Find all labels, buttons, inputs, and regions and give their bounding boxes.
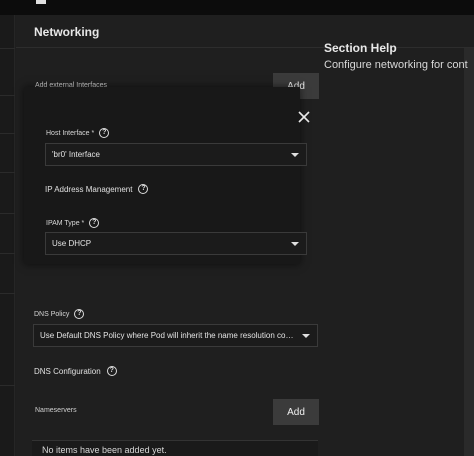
dns-configuration-title-row: DNS Configuration ?: [34, 366, 117, 376]
empty-list-text: No items have been added yet.: [42, 445, 167, 455]
section-help-title: Section Help: [324, 41, 397, 55]
question-circle-icon[interactable]: ?: [74, 309, 85, 319]
sidebar-divider: [0, 385, 15, 386]
top-bar: [0, 0, 474, 15]
nameservers-label: Nameservers: [35, 407, 77, 414]
question-circle-icon[interactable]: ?: [138, 184, 149, 194]
add-nameserver-button[interactable]: Add: [273, 399, 319, 425]
sidebar-divider: [0, 213, 15, 214]
ip-management-title: IP Address Management: [45, 184, 133, 194]
dns-policy-label: DNS Policy: [34, 310, 70, 318]
question-circle-icon[interactable]: ?: [99, 128, 110, 138]
sidebar-divider: [0, 172, 15, 173]
sidebar-divider: [0, 293, 15, 294]
scroll-edge: [464, 48, 474, 456]
host-interface-select[interactable]: 'br0' Interface: [45, 143, 307, 166]
ipam-type-label: IPAM Type *: [46, 219, 85, 227]
page-header: Networking: [16, 15, 474, 48]
sidebar-divider: [0, 133, 15, 134]
host-interface-label: Host Interface *: [46, 129, 95, 137]
left-sidebar: [0, 15, 15, 456]
question-circle-icon[interactable]: ?: [106, 366, 117, 376]
host-interface-value: 'br0' Interface: [52, 150, 100, 159]
caret-down-icon: [291, 241, 299, 246]
caret-down-icon: [291, 152, 299, 157]
page-title: Networking: [34, 25, 100, 39]
dns-policy-select[interactable]: Use Default DNS Policy where Pod will in…: [33, 324, 318, 347]
dns-configuration-title: DNS Configuration: [34, 366, 101, 376]
question-circle-icon[interactable]: ?: [89, 218, 100, 228]
ipam-type-field-label: IPAM Type * ?: [46, 218, 100, 228]
ipam-type-select[interactable]: Use DHCP: [45, 232, 307, 255]
ip-management-title-row: IP Address Management ?: [45, 184, 149, 194]
sidebar-divider: [0, 95, 15, 96]
menu-icon[interactable]: [36, 0, 46, 4]
caret-down-icon: [302, 333, 310, 338]
ipam-type-value: Use DHCP: [52, 239, 92, 248]
sidebar-divider: [0, 253, 15, 254]
dns-policy-value: Use Default DNS Policy where Pod will in…: [40, 331, 296, 340]
sidebar-divider: [0, 48, 15, 49]
close-icon[interactable]: [297, 110, 311, 124]
host-interface-field-label: Host Interface * ?: [46, 128, 110, 138]
section-help-text: Configure networking for cont: [324, 59, 468, 71]
dns-policy-field-label: DNS Policy ?: [34, 309, 85, 319]
